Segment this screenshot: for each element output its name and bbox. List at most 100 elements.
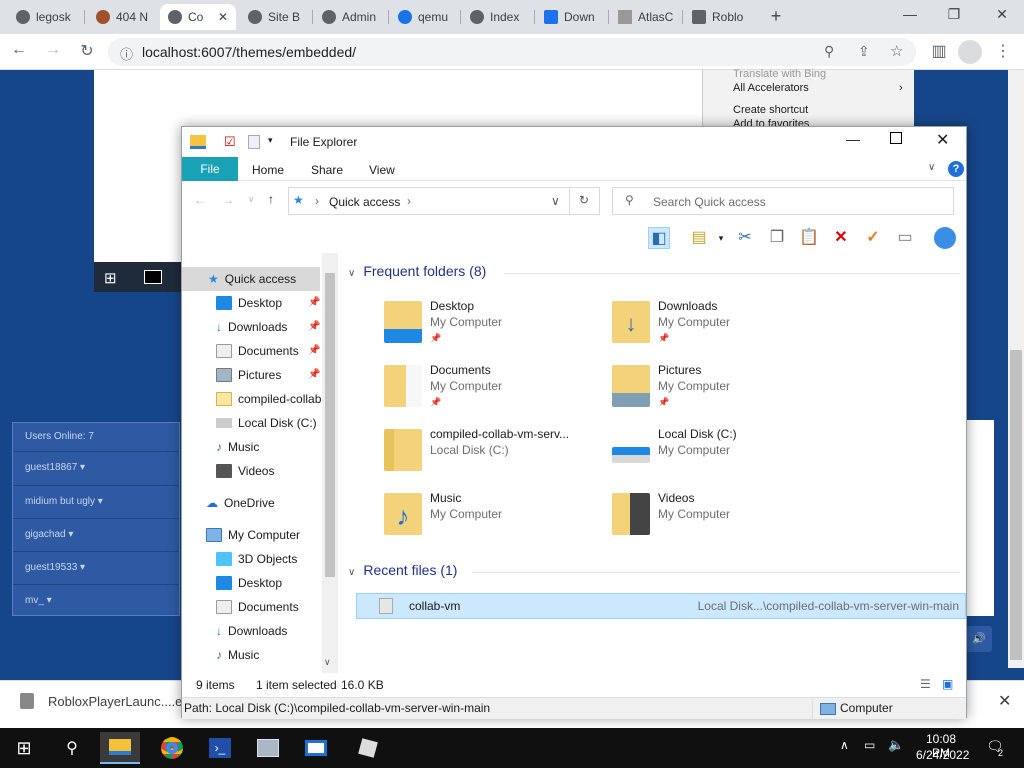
nav-item-documents[interactable]: Documents: [182, 595, 299, 619]
cut-icon[interactable]: ✂: [734, 227, 756, 249]
folder-tile-local-disk[interactable]: Local Disk (C:) My Computer: [612, 425, 832, 481]
restore-icon[interactable]: ❐: [944, 6, 964, 23]
properties-icon[interactable]: ☑: [224, 134, 236, 150]
nav-item-onedrive[interactable]: ☁ OneDrive: [182, 491, 275, 515]
breadcrumb-chevron-icon[interactable]: ›: [407, 194, 411, 208]
recent-locations-icon[interactable]: ∨: [248, 194, 255, 205]
search-button[interactable]: ⚲: [52, 732, 92, 764]
back-icon[interactable]: ←: [8, 41, 30, 59]
close-icon[interactable]: ✕: [936, 130, 949, 150]
folder-tile-documents[interactable]: Documents My Computer 📌: [384, 361, 604, 417]
help-icon[interactable]: ?: [948, 161, 964, 177]
nav-scrollbar-thumb[interactable]: [325, 273, 335, 577]
dropdown-icon[interactable]: ▾: [710, 227, 732, 249]
start-button[interactable]: ⊞: [4, 732, 44, 764]
close-icon[interactable]: ✕: [998, 691, 1011, 711]
chevron-down-icon[interactable]: ∨: [928, 162, 935, 173]
minimize-icon[interactable]: —: [900, 6, 920, 22]
browser-tab-active[interactable]: Co ✕: [160, 4, 236, 30]
sidepanel-icon[interactable]: ▥: [928, 41, 950, 61]
select-icon[interactable]: ▭: [894, 227, 916, 249]
nav-item-music[interactable]: ♪ Music: [182, 435, 259, 459]
nav-item-pictures[interactable]: Pictures: [182, 363, 281, 387]
taskbar-file-explorer[interactable]: [100, 732, 140, 764]
taskbar-app[interactable]: [248, 732, 288, 764]
forward-icon[interactable]: →: [222, 193, 234, 207]
folder-tile-videos[interactable]: Videos My Computer: [612, 489, 832, 545]
clock-date[interactable]: 6/24/2022: [916, 748, 969, 762]
nav-item-documents[interactable]: Documents: [182, 339, 299, 363]
url-text[interactable]: localhost:6007/themes/embedded/: [142, 44, 356, 60]
browser-tab[interactable]: qemu: [390, 4, 460, 30]
maximize-icon[interactable]: [890, 132, 902, 144]
tab-view[interactable]: View: [369, 163, 395, 177]
folder-tile-music[interactable]: ♪ Music My Computer: [384, 489, 604, 545]
folder-tile-desktop[interactable]: Desktop My Computer 📌: [384, 297, 604, 353]
nav-item-downloads[interactable]: ↓ Downloads: [182, 619, 287, 643]
search-box[interactable]: ⚲ Search Quick access: [612, 187, 954, 215]
volume-button[interactable]: 🔊: [966, 626, 992, 652]
user-row[interactable]: guest19533 ▾: [13, 551, 179, 583]
explorer-titlebar[interactable]: ☑ ▾ File Explorer — ✕: [182, 127, 966, 157]
bookmark-star-icon[interactable]: ☆: [890, 42, 903, 60]
context-menu-item[interactable]: Translate with Bing: [733, 68, 826, 80]
tab-file[interactable]: File: [182, 157, 238, 181]
folder-tile-compiled-collab[interactable]: compiled-collab-vm-serv... Local Disk (C:…: [384, 425, 604, 481]
volume-icon[interactable]: 🔈: [888, 737, 904, 753]
nav-item-downloads[interactable]: ↓ Downloads: [182, 315, 287, 339]
browser-tab[interactable]: Site B: [240, 4, 310, 30]
scroll-down-icon[interactable]: ∨: [324, 657, 331, 668]
nav-item-desktop[interactable]: Desktop: [182, 291, 282, 315]
share-icon[interactable]: ⇪: [858, 43, 870, 60]
browser-tab[interactable]: Down: [536, 4, 608, 30]
taskbar-powershell[interactable]: ›_: [200, 732, 240, 764]
taskbar-chrome[interactable]: [152, 732, 192, 764]
user-row[interactable]: midium but ugly ▾: [13, 485, 179, 517]
context-menu-item[interactable]: Create shortcut: [733, 104, 808, 116]
folder-tile-downloads[interactable]: ↓ Downloads My Computer 📌: [612, 297, 832, 353]
recent-file-row[interactable]: collab-vm Local Disk...\compiled-collab-…: [356, 593, 966, 619]
address-bar[interactable]: ⓘ localhost:6007/themes/embedded/ ⚲ ⇪ ☆: [108, 38, 916, 66]
tray-chevron-icon[interactable]: ∧: [840, 738, 849, 752]
back-icon[interactable]: ←: [194, 193, 206, 207]
up-icon[interactable]: ↑: [268, 192, 274, 206]
recent-files-header[interactable]: ∨ Recent files (1): [348, 562, 457, 578]
windows-start-icon[interactable]: ⊞: [104, 269, 117, 287]
browser-tab[interactable]: Roblo: [684, 4, 756, 30]
menu-kebab-icon[interactable]: ⋮: [992, 41, 1014, 61]
rename-check-icon[interactable]: ✓: [862, 227, 884, 249]
context-menu-item[interactable]: All Accelerators: [733, 82, 809, 94]
delete-icon[interactable]: ✕: [830, 227, 852, 249]
taskbar-app[interactable]: [296, 732, 336, 764]
nav-item-my-computer[interactable]: My Computer: [182, 523, 300, 547]
nav-item-local-disk[interactable]: Local Disk (C:): [182, 411, 317, 435]
info-icon[interactable]: ⓘ: [120, 44, 133, 63]
properties-icon[interactable]: ▤: [688, 227, 710, 249]
new-folder-icon[interactable]: [248, 135, 260, 149]
nav-item-videos[interactable]: Videos: [182, 459, 274, 483]
frequent-folders-header[interactable]: ∨ Frequent folders (8): [348, 263, 486, 279]
user-row[interactable]: guest18867 ▾: [13, 451, 179, 483]
refresh-icon[interactable]: ↻: [579, 193, 589, 207]
browser-tab[interactable]: AtlasC: [610, 4, 682, 30]
close-window-icon[interactable]: ✕: [992, 6, 1012, 23]
user-row[interactable]: mv_ ▾: [13, 584, 179, 616]
nav-item-desktop[interactable]: Desktop: [182, 571, 282, 595]
forward-icon[interactable]: →: [42, 41, 64, 59]
details-view-icon[interactable]: ☰: [920, 677, 931, 691]
close-icon[interactable]: ✕: [218, 10, 228, 24]
taskbar-roblox[interactable]: [348, 732, 388, 764]
reload-icon[interactable]: ↻: [76, 41, 98, 61]
new-tab-button[interactable]: +: [766, 6, 786, 27]
profile-avatar[interactable]: [958, 40, 982, 64]
cmd-icon[interactable]: [144, 270, 162, 284]
folder-tile-pictures[interactable]: Pictures My Computer 📌: [612, 361, 832, 417]
zoom-icon[interactable]: ⚲: [824, 43, 834, 60]
nav-item-music[interactable]: ♪ Music: [182, 643, 259, 667]
tab-home[interactable]: Home: [252, 163, 284, 177]
network-icon[interactable]: ▭: [864, 738, 875, 752]
user-row[interactable]: gigachad ▾: [13, 518, 179, 550]
preview-pane-icon[interactable]: ◧: [648, 227, 670, 249]
tab-share[interactable]: Share: [311, 163, 343, 177]
browser-tab[interactable]: Index: [462, 4, 534, 30]
